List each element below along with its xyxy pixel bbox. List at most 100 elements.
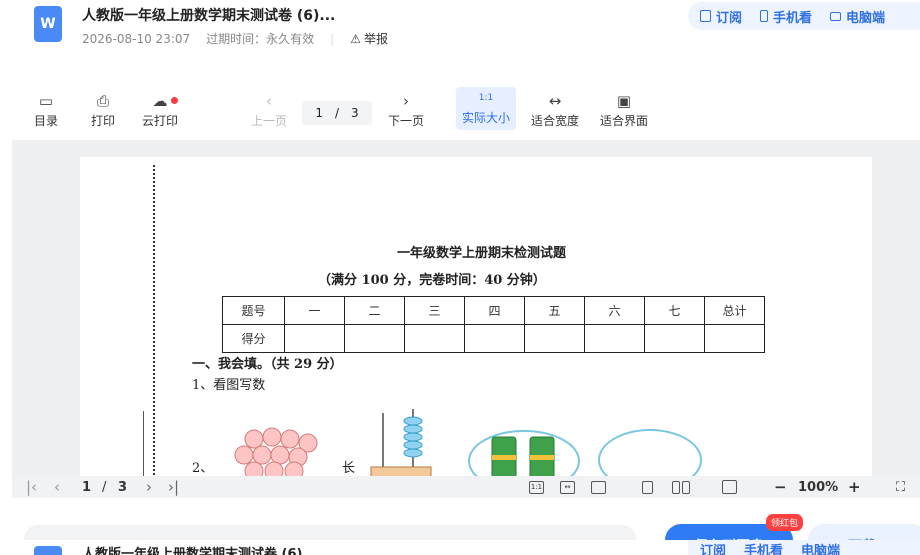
page: W 人教版一年级上册数学期末测试卷 (6)... 2026-08-10 23:0… (0, 0, 920, 555)
table-cell (284, 324, 345, 353)
zoom-out-button[interactable]: − (774, 478, 787, 496)
document-title: 人教版一年级上册数学期末测试卷 (6)... (82, 8, 336, 24)
table-row: 题号 一 二 三 四 五 六 七 总计 (222, 296, 765, 325)
monitor-icon (830, 11, 842, 21)
prev-page-label: 上一页 (251, 114, 288, 128)
print-button[interactable]: ⎙ 打印 (91, 90, 115, 129)
table-cell: 一 (284, 296, 345, 325)
peaches-illustration (234, 427, 318, 476)
question-1: 1、看图写数 (192, 378, 266, 393)
table-cell (644, 324, 705, 353)
cloud-print-button[interactable]: ☁ 云打印 (142, 90, 178, 129)
viewer-toolbar: ▭ 目录 ⎙ 打印 ☁ 云打印 ‹ 上一页 › 下一页 1:1 实际大小 ↔ 适… (0, 84, 920, 140)
exam-title: 一年级数学上册期末检测试题 (397, 246, 567, 261)
actual-size-icon[interactable]: 1:1 (529, 478, 544, 496)
fit-width-icon: ↔ (548, 92, 562, 110)
table-cell: 题号 (222, 296, 285, 325)
report-label: 举报 (363, 32, 388, 46)
zoom-in-button[interactable]: + (848, 478, 861, 496)
document-page: 一年级数学上册期末检测试题 （满分 100 分，完卷时间：40 分钟） 题号 一… (80, 157, 872, 476)
toc-label: 目录 (34, 114, 59, 128)
next-page-button[interactable]: › 下一页 (388, 90, 424, 129)
table-cell: 七 (644, 296, 705, 325)
bundled-sticks-illustration (468, 430, 580, 476)
fit-width-button[interactable]: ↔ 适合宽度 (531, 90, 579, 129)
exam-subtitle: （满分 100 分，完卷时间：40 分钟） (318, 273, 546, 288)
first-page-icon[interactable]: |‹ (26, 478, 37, 496)
prev-page-icon[interactable]: ‹ (54, 478, 60, 496)
single-page-icon[interactable] (642, 478, 653, 496)
actual-size-icon: 1:1 (478, 93, 494, 103)
cut-off-text: 长 (342, 461, 356, 476)
duplicate-header: 人教版一年级上册数学期末测试卷 (6)... 订阅 手机看 电脑端 (0, 540, 920, 555)
mobile-view-button[interactable]: 手机看 (744, 540, 783, 555)
report-link[interactable]: ⚠ 举报 (350, 30, 388, 47)
subscribe-button[interactable]: 订阅 (700, 540, 726, 555)
table-cell (704, 324, 765, 353)
word-doc-icon (34, 546, 62, 555)
table-cell: 四 (464, 296, 525, 325)
fit-page-button[interactable]: ▣ 适合界面 (600, 90, 648, 129)
actual-size-button[interactable]: 1:1 实际大小 (456, 87, 517, 130)
cloud-print-label: 云打印 (142, 114, 179, 128)
page-indicator[interactable]: 1 / 3 (302, 101, 372, 125)
bottom-total-pages: 3 (118, 479, 128, 495)
continuous-scroll-icon[interactable] (722, 478, 737, 496)
header-actions: 订阅 手机看 电脑端 (688, 2, 920, 30)
fullscreen-icon[interactable]: ⛶ (896, 478, 905, 496)
table-row: 得分 (222, 324, 765, 353)
table-cell (464, 324, 525, 353)
prev-page-button[interactable]: ‹ 上一页 (251, 90, 287, 129)
phone-icon (760, 10, 769, 22)
fit-page-icon: ▣ (616, 92, 632, 110)
fit-page-label: 适合界面 (600, 114, 649, 128)
chevron-right-circle-icon: › (403, 92, 409, 110)
duplicate-actions: 订阅 手机看 电脑端 (688, 540, 920, 555)
next-page-icon[interactable]: › (146, 478, 152, 496)
duplicate-title: 人教版一年级上册数学期末测试卷 (6)... (82, 547, 318, 555)
next-page-label: 下一页 (388, 114, 425, 128)
fit-width-icon[interactable]: ↔ (560, 478, 575, 496)
desktop-view-label: 电脑端 (846, 10, 886, 26)
table-cell (344, 324, 405, 353)
document-viewer[interactable]: 一年级数学上册期末检测试题 （满分 100 分，完卷时间：40 分钟） 题号 一… (12, 140, 920, 476)
expiry-info: 过期时间：永久有效 (206, 32, 315, 46)
document-header: W 人教版一年级上册数学期末测试卷 (6)... 2026-08-10 23:0… (0, 0, 920, 66)
table-cell: 五 (524, 296, 585, 325)
table-cell: 二 (344, 296, 405, 325)
two-page-icon[interactable] (672, 478, 690, 496)
cloud-icon: ☁ (152, 92, 168, 110)
question-2: 2、 (192, 461, 214, 476)
print-label: 打印 (91, 114, 116, 128)
page-separator: / (334, 106, 340, 120)
divider: | (330, 31, 335, 46)
red-packet-badge: 领红包 (766, 514, 804, 531)
chevron-left-circle-icon: ‹ (266, 92, 272, 110)
margin-line (143, 411, 144, 476)
report-icon: ⚠ (350, 31, 361, 46)
table-cell (404, 324, 465, 353)
toc-icon: ▭ (38, 92, 54, 110)
table-cell: 总计 (704, 296, 765, 325)
subscribe-button[interactable]: 订阅 (700, 7, 742, 26)
table-cell (524, 324, 585, 353)
section-title: 一、我会填。（共 29 分） (192, 357, 343, 372)
fit-width-label: 适合宽度 (531, 114, 580, 128)
toc-button[interactable]: ▭ 目录 (34, 90, 58, 129)
empty-oval (598, 429, 702, 476)
actual-size-label: 实际大小 (462, 111, 511, 125)
fit-page-icon[interactable] (591, 478, 606, 496)
desktop-view-button[interactable]: 电脑端 (801, 540, 840, 555)
total-pages: 3 (351, 106, 359, 120)
printer-icon: ⎙ (97, 92, 110, 110)
mobile-view-button[interactable]: 手机看 (760, 7, 812, 26)
table-cell: 得分 (222, 324, 285, 353)
score-table: 题号 一 二 三 四 五 六 七 总计 得分 (222, 296, 765, 353)
bottom-current-page[interactable]: 1 (82, 478, 91, 496)
last-page-icon[interactable]: ›| (168, 478, 179, 496)
table-cell: 六 (584, 296, 645, 325)
desktop-view-button[interactable]: 电脑端 (830, 7, 885, 26)
word-doc-icon: W (34, 6, 62, 42)
table-cell (584, 324, 645, 353)
mobile-view-label: 手机看 (773, 10, 813, 26)
